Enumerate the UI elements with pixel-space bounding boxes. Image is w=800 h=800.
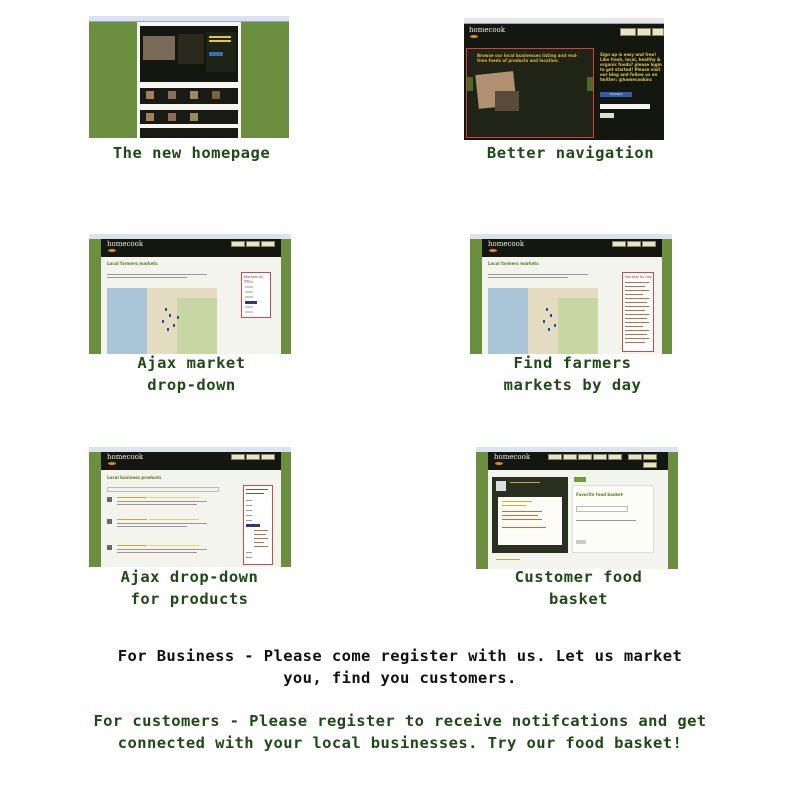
- nav-button[interactable]: [246, 241, 260, 247]
- side-strip: [470, 239, 482, 354]
- product-strip-3: [140, 128, 238, 138]
- homepage-screenshot: [89, 16, 289, 138]
- carousel-photo: [495, 91, 519, 111]
- homecook-logo: homecook: [488, 240, 525, 248]
- nav-button[interactable]: [642, 241, 656, 247]
- caption-markets-by-day: Find farmers markets by day: [503, 354, 642, 394]
- nav-button[interactable]: [643, 462, 657, 468]
- hero-text-block: [178, 34, 204, 64]
- browse-carousel: Browse our local businesses listing and …: [466, 48, 594, 138]
- nav-button[interactable]: [643, 454, 657, 460]
- homecook-logo: homecook: [469, 26, 506, 34]
- nav-button[interactable]: [620, 28, 636, 36]
- customers-message: For customers - Please register to recei…: [0, 710, 800, 754]
- logo-mark-icon: [470, 35, 478, 38]
- basket-input[interactable]: [576, 506, 628, 512]
- nav-button[interactable]: [261, 241, 275, 247]
- markets-map[interactable]: [488, 288, 598, 354]
- nav-button[interactable]: [652, 28, 664, 36]
- navigation-screenshot: homecook Browse our local businesses lis…: [464, 18, 664, 140]
- nav-button[interactable]: [637, 28, 651, 36]
- basket-title: Favorite food basket: [576, 492, 623, 497]
- section-title: Local farmers markets: [107, 261, 158, 266]
- side-strip: [281, 239, 291, 354]
- customers-message-line: For customers - Please register to recei…: [93, 712, 707, 730]
- nav-button[interactable]: [231, 454, 245, 460]
- list-title: Markets by day: [625, 275, 652, 279]
- business-message-line: For Business - Please come register with…: [117, 647, 683, 665]
- customers-message-line: connected with your local businesses. Tr…: [117, 734, 683, 752]
- carousel-prev-icon[interactable]: [467, 77, 473, 91]
- business-message: For Business - Please come register with…: [0, 645, 800, 689]
- homecook-logo: homecook: [494, 453, 531, 461]
- caption-food-basket: Customer food basket: [514, 568, 643, 608]
- nav-button[interactable]: [261, 454, 275, 460]
- nav-button[interactable]: [548, 454, 562, 460]
- business-panel: [492, 477, 568, 553]
- logo-mark-icon: [489, 249, 497, 252]
- carousel-banner-text: Browse our local businesses listing and …: [477, 53, 578, 63]
- nav-button[interactable]: [612, 241, 626, 247]
- logo-mark-icon: [495, 462, 503, 465]
- business-message-line: you, find you customers.: [283, 669, 517, 687]
- alphabet-bar[interactable]: [107, 487, 219, 492]
- nav-button[interactable]: [231, 241, 245, 247]
- caption-new-homepage: The new homepage: [112, 144, 271, 162]
- nav-button[interactable]: [627, 241, 641, 247]
- site-header: homecook: [488, 452, 668, 470]
- signup-panel: [206, 32, 236, 72]
- section-title: Local farmers markets: [488, 261, 539, 266]
- side-strip: [668, 452, 678, 569]
- homecook-logo: homecook: [107, 240, 144, 248]
- homecook-logo: homecook: [107, 453, 144, 461]
- basket-button[interactable]: [574, 477, 586, 482]
- side-strip: [89, 452, 101, 567]
- nav-button[interactable]: [246, 454, 260, 460]
- logo-mark-icon: [108, 462, 116, 465]
- product-strip: [140, 88, 238, 104]
- food-basket-panel: Favorite food basket: [572, 485, 654, 553]
- market-dropdown-screenshot: homecook Local farmers markets Markets b…: [89, 234, 291, 354]
- hero-area: [140, 26, 238, 82]
- markets-map[interactable]: [107, 288, 217, 354]
- caption-ajax-market: Ajax market drop-down: [137, 354, 246, 394]
- nav-button[interactable]: [563, 454, 577, 460]
- basket-add-button[interactable]: [576, 540, 586, 544]
- email-field[interactable]: [600, 104, 650, 109]
- browser-toolbar: [464, 18, 664, 24]
- site-header: homecook: [482, 239, 662, 257]
- products-dropdown[interactable]: [243, 485, 273, 565]
- nav-button[interactable]: [578, 454, 592, 460]
- nav-button[interactable]: [608, 454, 622, 460]
- signup-text: Sign up is easy and free! Like fresh, lo…: [600, 52, 662, 82]
- section-title: Local business products: [107, 475, 162, 480]
- page-column: [137, 22, 241, 138]
- site-header: homecook: [101, 452, 281, 470]
- hero-photo: [143, 36, 175, 60]
- caption-ajax-products: Ajax drop-down for products: [120, 568, 259, 608]
- nav-button[interactable]: [628, 454, 642, 460]
- go-button[interactable]: [600, 113, 614, 118]
- products-dropdown-screenshot: homecook Local business products: [89, 447, 291, 567]
- nav-button[interactable]: [593, 454, 607, 460]
- side-strip: [89, 239, 101, 354]
- site-header: homecook: [101, 239, 281, 257]
- markets-by-day-screenshot: homecook Local farmers markets Markets b…: [470, 234, 672, 354]
- caption-better-navigation: Better navigation: [486, 144, 655, 162]
- logo-mark-icon: [108, 249, 116, 252]
- markets-by-day-list[interactable]: Markets by day: [622, 272, 654, 352]
- day-dropdown[interactable]: Markets by day: [241, 272, 271, 318]
- product-strip-2: [140, 110, 238, 124]
- carousel-next-icon[interactable]: [587, 77, 593, 91]
- connect-button[interactable]: Connect: [600, 92, 632, 97]
- side-strip: [476, 452, 488, 569]
- food-basket-screenshot: homecook Favorite food basket: [476, 447, 678, 569]
- side-strip: [281, 452, 291, 567]
- side-strip: [662, 239, 672, 354]
